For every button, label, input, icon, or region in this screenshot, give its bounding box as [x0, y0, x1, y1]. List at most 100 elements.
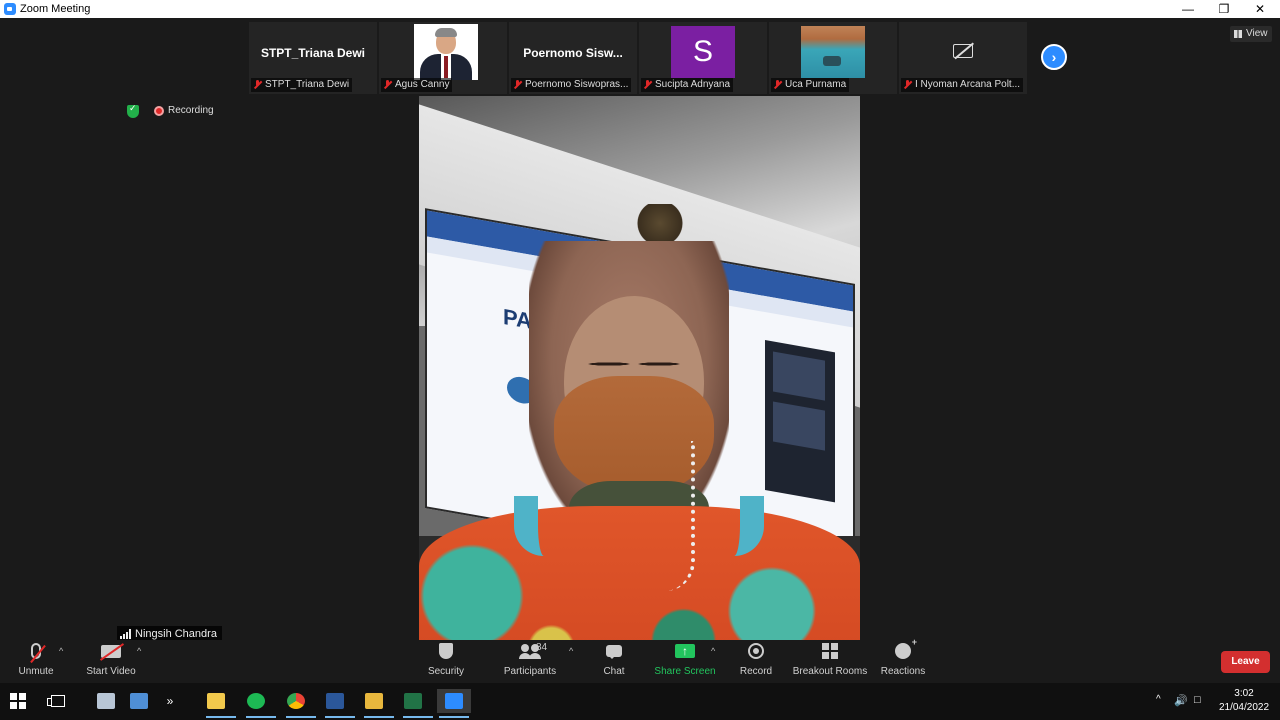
- zoom-icon[interactable]: [437, 689, 471, 718]
- clock-time: 3:02: [1234, 688, 1254, 699]
- window-title-bar: Zoom Meeting — ❐ ✕: [0, 0, 1280, 18]
- reactions-icon: [895, 637, 917, 659]
- breakout-rooms-icon: [822, 643, 838, 659]
- letter-avatar: S: [671, 26, 735, 78]
- participant-tile[interactable]: Uca Purnama: [769, 22, 897, 94]
- participants-button[interactable]: 84 Participants: [503, 640, 557, 683]
- grid-icon: [1234, 30, 1242, 38]
- mic-muted-icon: [383, 80, 392, 90]
- volume-icon[interactable]: 🔊: [1174, 694, 1188, 707]
- task-view-icon[interactable]: [46, 689, 70, 713]
- security-label: Security: [427, 666, 465, 677]
- chat-button[interactable]: Chat: [598, 640, 630, 683]
- desktop-icon[interactable]: [94, 689, 118, 713]
- participant-caption: Uca Purnama: [771, 78, 850, 92]
- participant-name: Poernomo Siswopras...: [525, 79, 629, 90]
- record-icon: [748, 643, 764, 659]
- start-video-button[interactable]: Start Video: [84, 640, 138, 683]
- network-icon[interactable]: □: [1194, 694, 1201, 706]
- word-icon[interactable]: [323, 689, 355, 718]
- record-label: Record: [739, 666, 773, 677]
- laptop-icon[interactable]: [127, 689, 151, 713]
- participant-caption: Sucipta Adnyana: [641, 78, 734, 92]
- spotify-icon[interactable]: [244, 689, 276, 718]
- participant-name: I Nyoman Arcana Polt...: [915, 79, 1021, 90]
- share-screen-button[interactable]: ↑ Share Screen: [654, 640, 716, 683]
- unmute-label: Unmute: [18, 666, 54, 677]
- participant-caption: I Nyoman Arcana Polt...: [901, 78, 1024, 92]
- clock-date: 21/04/2022: [1218, 702, 1270, 713]
- participant-video-portrait: [414, 24, 478, 80]
- mic-muted-icon: [903, 80, 912, 90]
- participant-tile[interactable]: I Nyoman Arcana Polt...: [899, 22, 1027, 94]
- chevron-right-icon: ›: [1051, 49, 1057, 65]
- reactions-label: Reactions: [880, 666, 926, 677]
- mic-muted-icon: [513, 80, 522, 90]
- meeting-area: STPT_Triana Dewi STPT_Triana Dewi Agus C…: [0, 18, 1280, 642]
- view-label: View: [1246, 28, 1268, 39]
- participants-options-caret-icon[interactable]: ^: [569, 646, 573, 656]
- leave-button[interactable]: Leave: [1221, 651, 1270, 673]
- participant-caption: Poernomo Siswopras...: [511, 78, 632, 92]
- chat-icon: [606, 645, 622, 659]
- overflow-icon[interactable]: »: [160, 689, 180, 713]
- chat-label: Chat: [603, 666, 625, 677]
- breakout-rooms-label: Breakout Rooms: [792, 666, 868, 677]
- video-options-caret-icon[interactable]: ^: [137, 646, 141, 656]
- security-button[interactable]: Security: [425, 640, 467, 683]
- windows-taskbar: » ^ 🔊 □ 3:02 21/04/2022: [0, 683, 1280, 720]
- next-page-button[interactable]: ›: [1041, 44, 1067, 70]
- share-options-caret-icon[interactable]: ^: [711, 646, 715, 656]
- windows-start-icon[interactable]: [6, 689, 30, 713]
- video-off-icon: [953, 44, 973, 58]
- reactions-button[interactable]: Reactions: [880, 637, 926, 683]
- start-video-label: Start Video: [86, 666, 136, 677]
- active-speaker-video: PATA: [419, 96, 860, 640]
- zoom-app-icon: [4, 3, 16, 15]
- excel-icon[interactable]: [401, 689, 433, 718]
- audio-options-caret-icon[interactable]: ^: [59, 646, 63, 656]
- participant-tile[interactable]: Agus Canny: [379, 22, 507, 94]
- close-icon[interactable]: ✕: [1242, 0, 1278, 18]
- mic-muted-icon: [253, 80, 262, 90]
- participant-caption: STPT_Triana Dewi: [251, 78, 353, 92]
- participant-tile[interactable]: STPT_Triana Dewi STPT_Triana Dewi: [249, 22, 377, 94]
- participant-name: Agus Canny: [395, 79, 450, 90]
- restore-icon[interactable]: ❐: [1206, 0, 1242, 18]
- signal-strength-icon: [120, 629, 131, 639]
- participant-tile[interactable]: S Sucipta Adnyana: [639, 22, 767, 94]
- participant-name: STPT_Triana Dewi: [265, 79, 350, 90]
- unmute-button[interactable]: Unmute: [14, 640, 58, 683]
- participants-count: 84: [536, 642, 548, 653]
- participant-thumbnail-strip: STPT_Triana Dewi STPT_Triana Dewi Agus C…: [249, 22, 1029, 94]
- shield-icon: [439, 643, 453, 659]
- view-button[interactable]: View: [1230, 26, 1272, 42]
- participant-tile[interactable]: Poernomo Sisw... Poernomo Siswopras...: [509, 22, 637, 94]
- chrome-icon[interactable]: [284, 689, 316, 718]
- window-title: Zoom Meeting: [20, 3, 91, 15]
- record-button[interactable]: Record: [738, 640, 774, 683]
- participant-display-name: Poernomo Sisw...: [523, 46, 623, 60]
- mic-off-icon: [30, 643, 46, 664]
- minimize-icon[interactable]: —: [1170, 0, 1206, 18]
- shield-check-icon[interactable]: [127, 103, 139, 118]
- share-screen-label: Share Screen: [654, 666, 716, 677]
- video-off-icon: [99, 642, 125, 661]
- folder-icon[interactable]: [362, 689, 394, 718]
- mic-muted-icon: [773, 80, 782, 90]
- participants-label: Participants: [503, 666, 557, 677]
- participant-name: Sucipta Adnyana: [655, 79, 731, 90]
- participant-name: Uca Purnama: [785, 79, 847, 90]
- participant-caption: Agus Canny: [381, 78, 453, 92]
- recording-dot-icon: [154, 105, 164, 116]
- participant-video-sea: [801, 26, 865, 78]
- share-screen-icon: ↑: [675, 644, 695, 658]
- file-explorer-icon[interactable]: [204, 689, 236, 718]
- participant-display-name: STPT_Triana Dewi: [260, 46, 366, 60]
- recording-label: Recording: [168, 105, 214, 116]
- breakout-rooms-button[interactable]: Breakout Rooms: [792, 640, 868, 683]
- mic-muted-icon: [643, 80, 652, 90]
- recording-indicator[interactable]: Recording: [154, 105, 214, 116]
- tray-expand-icon[interactable]: ^: [1156, 694, 1161, 705]
- system-clock[interactable]: 3:02 21/04/2022: [1216, 687, 1272, 715]
